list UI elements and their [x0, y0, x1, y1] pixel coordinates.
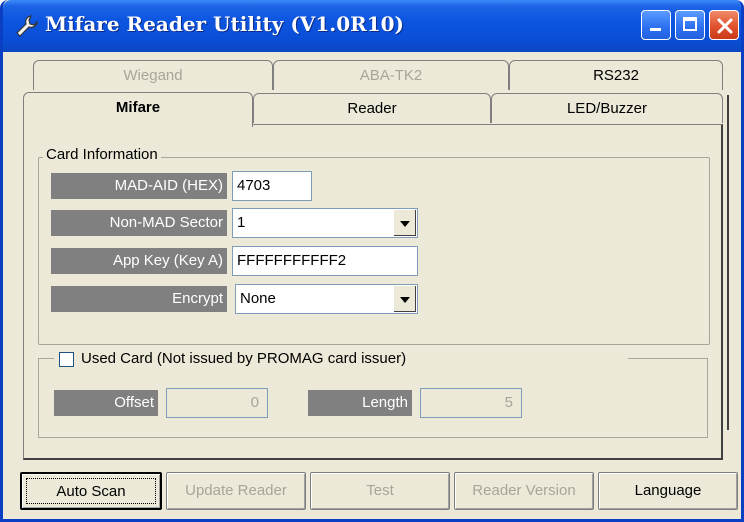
length-input[interactable]: 5 — [420, 388, 522, 418]
used-card-label: Used Card (Not issued by PROMAG card iss… — [78, 350, 410, 367]
used-card-checkbox[interactable] — [59, 352, 74, 367]
non-mad-sector-value: 1 — [237, 214, 246, 231]
mad-aid-label: MAD-AID (HEX) — [51, 173, 227, 199]
used-card-separator-right — [628, 358, 708, 359]
card-information-title: Card Information — [43, 146, 161, 163]
update-reader-button[interactable]: Update Reader — [166, 472, 306, 510]
mifare-tab-panel: Card Information MAD-AID (HEX) 4703 Non-… — [23, 124, 723, 460]
chevron-down-icon[interactable] — [393, 210, 416, 236]
non-mad-sector-label: Non-MAD Sector — [51, 210, 227, 236]
wrench-icon — [15, 14, 39, 38]
encrypt-select[interactable]: None — [235, 284, 418, 314]
encrypt-label: Encrypt — [51, 286, 227, 312]
auto-scan-button[interactable]: Auto Scan — [20, 472, 162, 510]
maximize-icon — [683, 17, 697, 31]
test-button[interactable]: Test — [310, 472, 450, 510]
title-bar[interactable]: Mifare Reader Utility (V1.0R10) — [3, 0, 741, 52]
minimize-button[interactable] — [641, 10, 671, 40]
non-mad-sector-select[interactable]: 1 — [232, 208, 418, 238]
used-card-separator-left — [38, 358, 54, 359]
app-window: Mifare Reader Utility (V1.0R10) Wiegand … — [0, 0, 744, 522]
tab-wiegand[interactable]: Wiegand — [33, 60, 273, 90]
tab-aba-tk2[interactable]: ABA-TK2 — [273, 60, 509, 90]
used-card-border-left — [38, 358, 39, 438]
offset-input[interactable]: 0 — [166, 388, 268, 418]
used-card-separator-bottom — [38, 437, 708, 438]
used-card-border-right — [707, 358, 708, 438]
language-button[interactable]: Language — [598, 472, 738, 510]
tab-led-buzzer[interactable]: LED/Buzzer — [491, 93, 723, 123]
reader-version-button[interactable]: Reader Version — [454, 472, 594, 510]
close-icon — [717, 18, 733, 34]
offset-label: Offset — [54, 390, 158, 416]
encrypt-value: None — [240, 290, 276, 307]
maximize-button[interactable] — [675, 10, 705, 40]
chevron-down-icon[interactable] — [393, 286, 416, 312]
tab-rs232[interactable]: RS232 — [509, 60, 723, 90]
window-title: Mifare Reader Utility (V1.0R10) — [45, 12, 405, 36]
minimize-icon — [650, 28, 661, 31]
focus-rect — [26, 478, 156, 504]
tab-mifare[interactable]: Mifare — [23, 92, 253, 127]
length-label: Length — [308, 390, 412, 416]
app-key-label: App Key (Key A) — [51, 248, 227, 274]
tab-reader[interactable]: Reader — [253, 93, 491, 123]
card-information-group: Card Information MAD-AID (HEX) 4703 Non-… — [38, 146, 710, 345]
app-key-input[interactable]: FFFFFFFFFFF2 — [232, 246, 418, 276]
mad-aid-input[interactable]: 4703 — [232, 171, 312, 201]
close-button[interactable] — [709, 10, 739, 40]
